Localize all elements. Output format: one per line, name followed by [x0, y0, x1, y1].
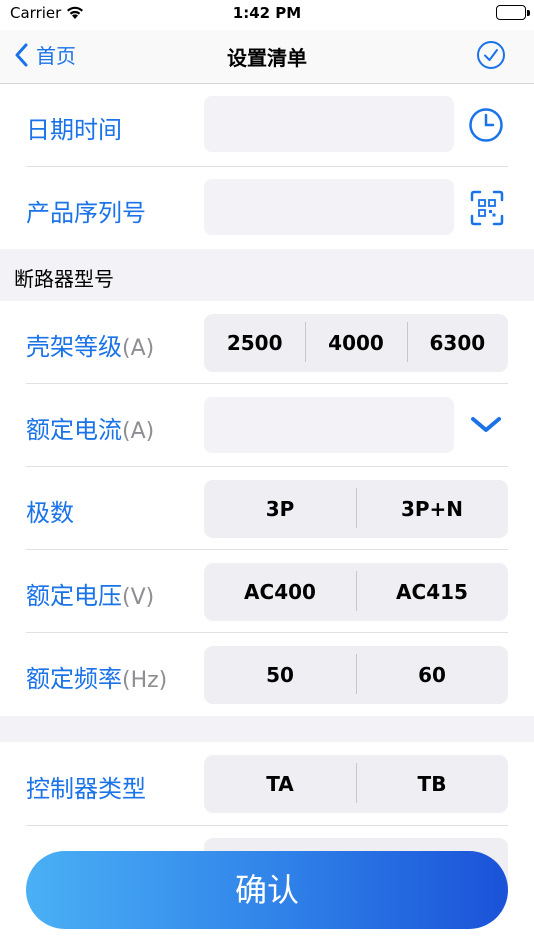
rated-current-field[interactable]	[204, 397, 454, 453]
frame-grade-label: 壳架等级(A)	[26, 333, 155, 361]
qr-scan-icon[interactable]	[470, 190, 504, 230]
section-spacer	[0, 716, 534, 742]
serial-number-field[interactable]	[204, 179, 454, 235]
datetime-label: 日期时间	[26, 116, 122, 144]
datetime-field[interactable]	[204, 96, 454, 152]
poles-label: 极数	[26, 499, 74, 527]
controller-type-segmented-control: TA TB	[204, 755, 508, 813]
confirm-button[interactable]: 确认	[26, 851, 508, 929]
segment-option[interactable]: 3P	[204, 497, 356, 521]
segment-option[interactable]: 4000	[305, 322, 406, 362]
poles-segmented-control: 3P 3P+N	[204, 480, 508, 538]
rated-current-row: 额定电流(A)	[0, 384, 534, 467]
rated-voltage-row: 额定电压(V) AC400 AC415	[0, 550, 534, 633]
chevron-down-icon[interactable]	[470, 416, 502, 438]
frame-grade-row: 壳架等级(A) 2500 4000 6300	[0, 301, 534, 384]
section-header-breaker: 断路器型号	[0, 249, 534, 301]
segment-option[interactable]: 50	[204, 663, 356, 687]
segment-option[interactable]: TA	[204, 772, 356, 796]
section-title: 断路器型号	[14, 267, 114, 291]
rated-voltage-segmented-control: AC400 AC415	[204, 563, 508, 621]
segment-option[interactable]: TB	[356, 763, 508, 803]
clock-time: 1:42 PM	[232, 4, 302, 22]
rated-frequency-segmented-control: 50 60	[204, 646, 508, 704]
serial-number-label: 产品序列号	[26, 199, 146, 227]
frame-grade-segmented-control: 2500 4000 6300	[204, 314, 508, 372]
segment-option[interactable]: 60	[356, 654, 508, 694]
page-title: 设置清单	[227, 46, 307, 70]
rated-frequency-label: 额定频率(Hz)	[26, 665, 168, 693]
rated-voltage-label: 额定电压(V)	[26, 582, 155, 610]
checkmark-circle-icon[interactable]	[476, 40, 506, 74]
rated-frequency-row: 额定频率(Hz) 50 60	[0, 633, 534, 716]
clock-icon[interactable]	[468, 107, 504, 147]
segment-option[interactable]: 6300	[406, 322, 508, 362]
rated-current-label: 额定电流(A)	[26, 416, 155, 444]
navigation-bar: 首页 设置清单	[0, 30, 534, 84]
battery-icon	[496, 5, 530, 20]
datetime-row: 日期时间	[0, 84, 534, 167]
status-bar: Carrier 1:42 PM	[0, 0, 534, 30]
poles-row: 极数 3P 3P+N	[0, 467, 534, 550]
controller-type-label: 控制器类型	[26, 775, 146, 803]
segment-option[interactable]: 3P+N	[356, 488, 508, 528]
segment-option[interactable]: 2500	[204, 331, 305, 355]
segment-option[interactable]: AC415	[356, 571, 508, 611]
segment-option[interactable]: AC400	[204, 580, 356, 604]
controller-type-row: 控制器类型 TA TB	[0, 742, 534, 826]
serial-number-row: 产品序列号	[0, 167, 534, 249]
